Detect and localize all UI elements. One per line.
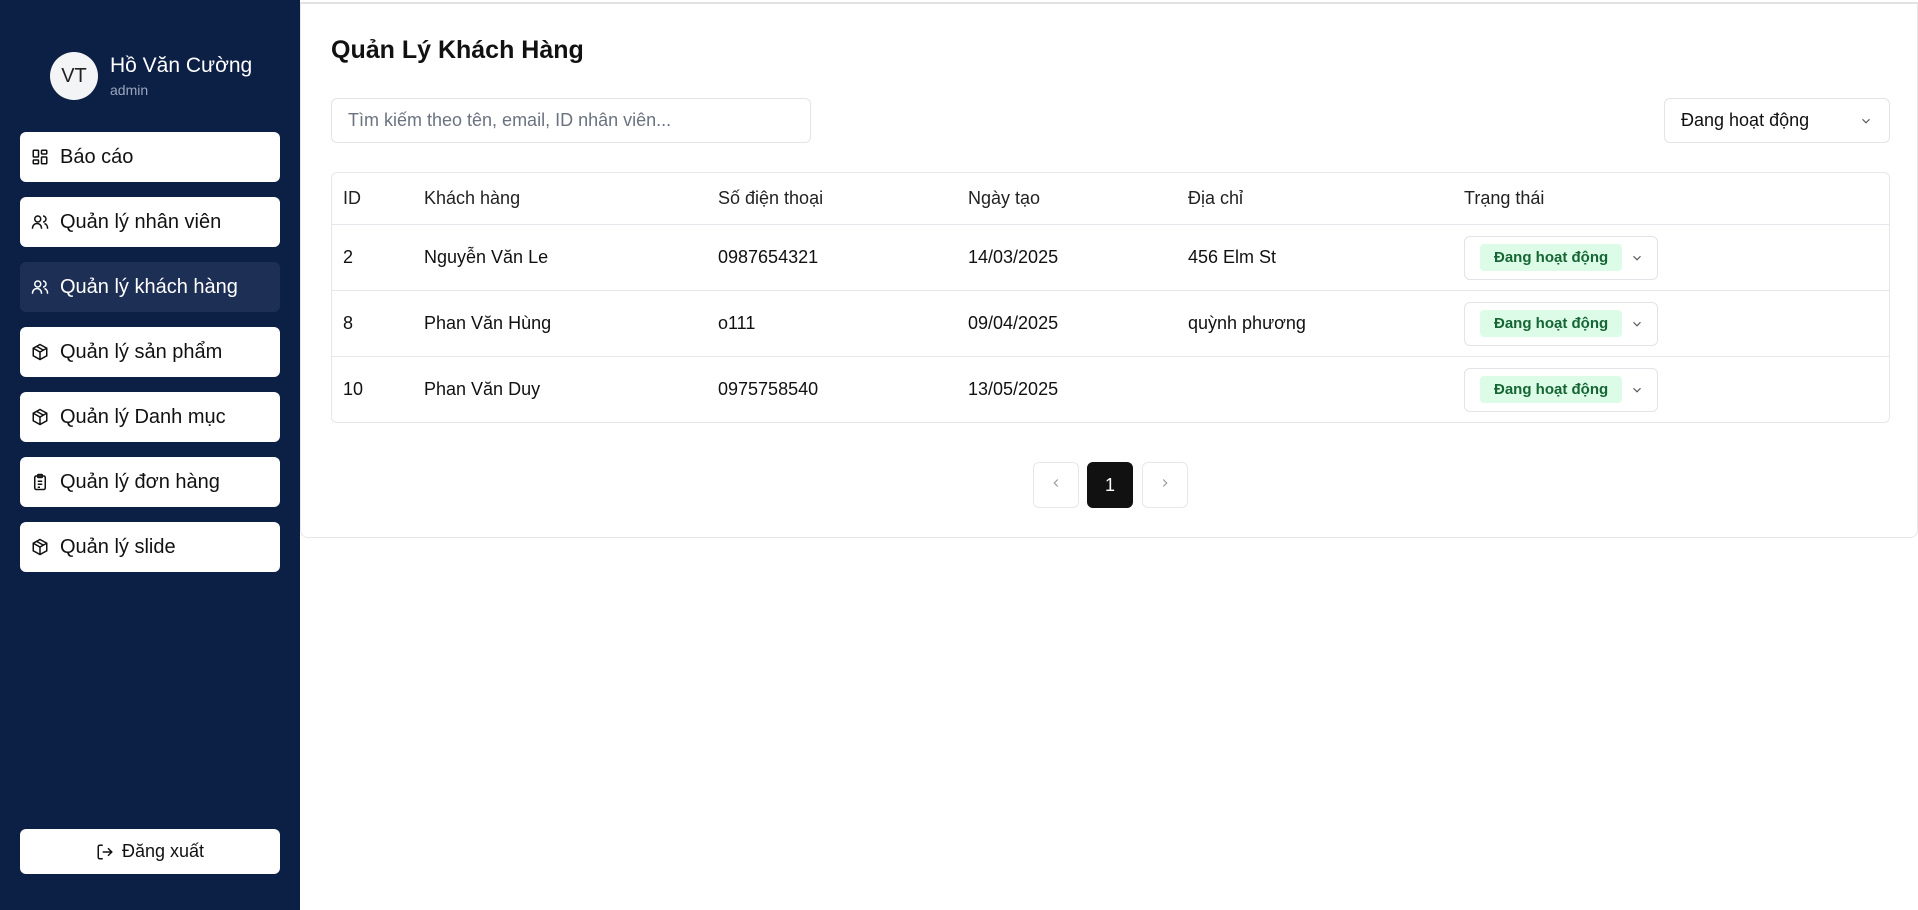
cell-customer: Phan Văn Duy xyxy=(424,379,541,399)
status-select[interactable]: Đang hoạt động xyxy=(1464,235,1658,280)
package-icon xyxy=(30,537,50,557)
sidebar-item-label: Báo cáo xyxy=(60,145,134,168)
chevron-down-icon xyxy=(1630,251,1644,265)
sidebar-nav: Báo cáo Quản lý nhân viên Quản lý khách … xyxy=(20,132,280,587)
table-row: 8 Phan Văn Hùng o111 09/04/2025 quỳnh ph… xyxy=(332,290,1889,356)
cell-phone: 0975758540 xyxy=(718,379,819,399)
status-filter-select[interactable]: Đang hoạt động xyxy=(1664,98,1890,143)
table-row: 10 Phan Văn Duy 0975758540 13/05/2025 Đa… xyxy=(332,356,1889,422)
cell-status: Đang hoạt động xyxy=(1464,291,1658,356)
cell-id: 2 xyxy=(343,247,354,267)
cell-customer: Nguyễn Văn Le xyxy=(424,247,549,267)
chevron-down-icon xyxy=(1630,383,1644,397)
column-header-id: ID xyxy=(343,188,361,208)
user-role: admin xyxy=(110,82,149,98)
cell-status: Đang hoạt động xyxy=(1464,357,1658,422)
column-header-phone: Số điện thoại xyxy=(718,188,824,208)
column-header-customer: Khách hàng xyxy=(424,188,521,208)
users-icon xyxy=(30,277,50,297)
sidebar-item-categories[interactable]: Quản lý Danh mục xyxy=(20,392,280,442)
dashboard-icon xyxy=(30,147,50,167)
status-select[interactable]: Đang hoạt động xyxy=(1464,301,1658,346)
sidebar-item-slides[interactable]: Quản lý slide xyxy=(20,522,280,572)
status-badge: Đang hoạt động xyxy=(1480,376,1623,403)
pagination-page-button[interactable]: 1 xyxy=(1087,462,1133,508)
status-filter-value: Đang hoạt động xyxy=(1681,110,1810,130)
sidebar-item-customers[interactable]: Quản lý khách hàng xyxy=(20,262,280,312)
table-row: 2 Nguyễn Văn Le 0987654321 14/03/2025 45… xyxy=(332,224,1889,290)
column-header-address: Địa chỉ xyxy=(1188,188,1244,208)
search-input[interactable] xyxy=(331,98,811,143)
cell-phone: o111 xyxy=(718,313,756,333)
pagination-next-button[interactable] xyxy=(1142,462,1188,508)
sidebar-item-label: Quản lý slide xyxy=(60,535,176,558)
package-icon xyxy=(30,342,50,362)
logout-button[interactable]: Đăng xuất xyxy=(20,829,280,874)
column-header-status: Trạng thái xyxy=(1464,188,1545,208)
users-icon xyxy=(30,212,50,232)
cell-phone: 0987654321 xyxy=(718,247,819,267)
sidebar-item-label: Quản lý nhân viên xyxy=(60,210,222,233)
cell-created-date: 14/03/2025 xyxy=(968,247,1059,267)
cell-customer: Phan Văn Hùng xyxy=(424,313,552,333)
clipboard-icon xyxy=(30,472,50,492)
logout-label: Đăng xuất xyxy=(121,841,205,861)
sidebar-item-products[interactable]: Quản lý sản phẩm xyxy=(20,327,280,377)
sidebar-item-reports[interactable]: Báo cáo xyxy=(20,132,280,182)
table-header-row: ID Khách hàng Số điện thoại Ngày tạo Địa… xyxy=(332,173,1889,224)
user-profile: VT Hồ Văn Cường admin xyxy=(50,52,252,100)
cell-address: quỳnh phương xyxy=(1188,313,1306,333)
column-header-created-date: Ngày tạo xyxy=(968,188,1041,208)
chevron-down-icon xyxy=(1859,114,1873,128)
chevron-down-icon xyxy=(1630,317,1644,331)
sidebar-item-employees[interactable]: Quản lý nhân viên xyxy=(20,197,280,247)
sidebar-item-label: Quản lý Danh mục xyxy=(60,405,226,428)
avatar: VT xyxy=(50,52,98,100)
status-badge: Đang hoạt động xyxy=(1480,244,1623,271)
cell-status: Đang hoạt động xyxy=(1464,225,1658,290)
cell-id: 10 xyxy=(343,379,364,399)
sidebar-item-label: Quản lý sản phẩm xyxy=(60,340,223,363)
sidebar-item-label: Quản lý đơn hàng xyxy=(60,470,220,493)
status-select[interactable]: Đang hoạt động xyxy=(1464,367,1658,412)
status-badge: Đang hoạt động xyxy=(1480,310,1623,337)
sidebar: VT Hồ Văn Cường admin Báo cáo Quản lý nh… xyxy=(0,0,300,910)
cell-address: 456 Elm St xyxy=(1188,247,1277,267)
cell-id: 8 xyxy=(343,313,354,333)
cell-created-date: 09/04/2025 xyxy=(968,313,1059,333)
cell-created-date: 13/05/2025 xyxy=(968,379,1059,399)
customers-table: ID Khách hàng Số điện thoại Ngày tạo Địa… xyxy=(331,172,1890,423)
chevron-right-icon xyxy=(1158,476,1172,495)
logout-icon xyxy=(96,843,114,861)
package-icon xyxy=(30,407,50,427)
sidebar-item-orders[interactable]: Quản lý đơn hàng xyxy=(20,457,280,507)
user-name: Hồ Văn Cường xyxy=(110,54,253,77)
sidebar-item-label: Quản lý khách hàng xyxy=(60,275,238,298)
pagination-prev-button[interactable] xyxy=(1033,462,1079,508)
chevron-left-icon xyxy=(1049,476,1063,495)
page-title: Quản Lý Khách Hàng xyxy=(331,36,584,64)
